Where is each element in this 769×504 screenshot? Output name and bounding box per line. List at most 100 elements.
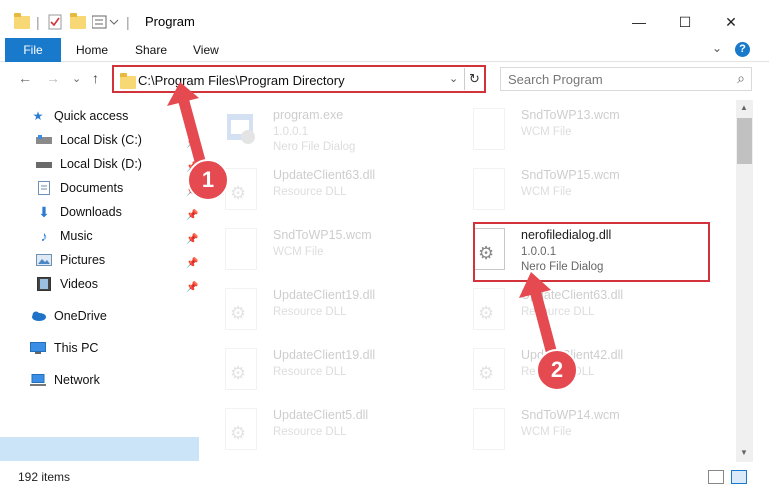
item-count: 192 items	[18, 470, 71, 484]
file-name: UpdateClient19.dll	[273, 348, 376, 362]
dll-file-icon: ⚙	[225, 348, 257, 390]
sidebar-item-label: This PC	[54, 341, 99, 355]
status-bar: 192 items	[0, 462, 769, 504]
list-item[interactable]: SndToWP13.wcm WCM File	[453, 104, 693, 158]
search-placeholder: Search Program	[508, 72, 603, 87]
file-icon	[473, 408, 505, 450]
music-icon: ♪	[40, 228, 48, 244]
address-path[interactable]: C:\Program Files\Program Directory	[138, 73, 345, 88]
scroll-thumb[interactable]	[737, 118, 752, 164]
back-button[interactable]: ←	[18, 70, 32, 86]
refresh-button[interactable]: ↻	[464, 68, 484, 90]
pin-icon[interactable]: 📌	[186, 210, 198, 221]
file-icon	[473, 108, 505, 150]
sidebar-item-label: OneDrive	[54, 309, 107, 323]
file-type: Resource DLL	[273, 426, 347, 438]
large-icons-view-icon[interactable]	[731, 470, 747, 484]
file-name: SndToWP15.wcm	[521, 168, 620, 182]
window-title: Program	[145, 14, 195, 29]
folder-icon	[14, 12, 30, 32]
sidebar-item-label: Pictures	[60, 253, 106, 267]
list-item[interactable]: program.exe 1.0.0.1 Nero File Dialog	[205, 104, 445, 158]
pin-icon[interactable]: 📌	[186, 138, 198, 149]
title-bar: | | Program — ☐ ✕	[0, 0, 769, 38]
list-item[interactable]: ⚙ UpdateClient5.dll Resource DLL	[205, 404, 445, 458]
dll-file-icon: ⚙	[225, 408, 257, 450]
list-item[interactable]: ⚙ UpdateClient63.dll Resource DLL	[205, 164, 445, 218]
pin-icon[interactable]: 📌	[186, 282, 198, 293]
dll-file-icon: ⚙	[225, 288, 257, 330]
file-name: UpdateClient19.dll	[273, 288, 376, 302]
sidebar-item-quick-access[interactable]: ★ Quick access	[30, 105, 129, 127]
file-name: UpdateClient63.dll	[273, 168, 376, 182]
sidebar-item-onedrive[interactable]: OneDrive	[30, 305, 107, 327]
file-type: Resource DLL	[273, 306, 347, 318]
sidebar-item-music[interactable]: ♪ Music	[36, 225, 93, 247]
sidebar-item-label: Documents	[60, 181, 124, 195]
sidebar-item-videos[interactable]: Videos	[36, 273, 98, 295]
file-list: program.exe 1.0.0.1 Nero File Dialog ⚙ U…	[205, 100, 736, 462]
sidebar-item-label: Local Disk (D:)	[60, 157, 142, 171]
new-folder-icon[interactable]	[70, 12, 86, 32]
file-name: UpdateClient42.dll	[521, 348, 624, 362]
address-field[interactable]: C:\Program Files\Program Directory ⌄ ↻	[112, 65, 486, 93]
minimize-button[interactable]: —	[616, 8, 662, 36]
tab-share[interactable]: Share	[135, 43, 167, 57]
list-item[interactable]: ⚙ UpdateClient63.dll Resource DLL	[453, 284, 693, 338]
list-item[interactable]: ⚙ UpdateClient19.dll Resource DLL	[205, 284, 445, 338]
search-input[interactable]: Search Program ⌕	[500, 67, 752, 91]
scroll-down-icon[interactable]: ▼	[740, 448, 748, 457]
pin-icon[interactable]: 📌	[186, 234, 198, 245]
dll-file-icon: ⚙	[473, 288, 505, 330]
sidebar-item-label: Downloads	[60, 205, 122, 219]
sidebar-item-documents[interactable]: Documents	[36, 177, 123, 199]
file-type: Resource DLL	[273, 186, 347, 198]
help-icon[interactable]: ?	[735, 42, 750, 57]
step-2-label: 2	[550, 357, 564, 382]
file-name: SndToWP13.wcm	[521, 108, 620, 122]
tab-home[interactable]: Home	[76, 43, 108, 57]
pin-icon[interactable]: 📌	[186, 258, 198, 269]
address-bar-row: ← → ⌄ ↑ C:\Program Files\Program Directo…	[0, 62, 769, 96]
details-view-icon[interactable]	[708, 470, 724, 484]
list-item[interactable]: SndToWP14.wcm WCM File	[453, 404, 693, 458]
file-name: UpdateClient5.dll	[273, 408, 369, 422]
chevron-down-icon[interactable]: ⌄	[712, 41, 722, 55]
list-item[interactable]: SndToWP15.wcm WCM File	[205, 224, 445, 278]
file-type: WCM File	[521, 126, 572, 138]
sidebar-item-downloads[interactable]: ⬇ Downloads	[36, 201, 122, 223]
properties-icon[interactable]	[48, 12, 62, 32]
sidebar-item-network[interactable]: Network	[30, 369, 100, 391]
pin-icon[interactable]: 📌	[186, 186, 198, 197]
up-button[interactable]: ↑	[92, 70, 99, 86]
separator: |	[126, 14, 130, 30]
scrollbar[interactable]: ▲ ▼	[736, 100, 753, 462]
file-type: WCM File	[521, 186, 572, 198]
close-button[interactable]: ✕	[708, 8, 754, 36]
sidebar-item-local-disk-c[interactable]: Local Disk (C:)	[36, 129, 142, 151]
navigation-pane: ★ Quick access Local Disk (C:) Local Disk…	[0, 100, 205, 462]
sidebar-item-pictures[interactable]: Pictures	[36, 249, 105, 271]
tab-view[interactable]: View	[193, 43, 219, 57]
customize-icon[interactable]	[92, 12, 120, 32]
scroll-up-icon[interactable]: ▲	[740, 103, 748, 112]
sidebar-item-this-pc[interactable]: This PC	[30, 337, 98, 359]
tab-file[interactable]: File	[5, 38, 61, 62]
file-type: WCM File	[521, 426, 572, 438]
chevron-down-icon[interactable]: ⌄	[449, 72, 458, 85]
forward-button[interactable]: →	[46, 70, 60, 86]
file-name: UpdateClient63.dll	[521, 288, 624, 302]
cloud-icon	[30, 309, 46, 323]
list-item[interactable]: ⚙ UpdateClient42.dll Resource DLL	[453, 344, 693, 398]
list-item[interactable]: SndToWP15.wcm WCM File	[453, 164, 693, 218]
file-type: Resource DLL	[521, 306, 595, 318]
sidebar-item-local-disk-d[interactable]: Local Disk (D:)	[36, 153, 142, 175]
recent-locations-button[interactable]: ⌄	[72, 72, 81, 85]
folder-icon	[120, 73, 136, 89]
separator: |	[36, 14, 40, 30]
selected-row-highlight	[0, 437, 199, 461]
list-item[interactable]: ⚙ UpdateClient19.dll Resource DLL	[205, 344, 445, 398]
maximize-button[interactable]: ☐	[662, 8, 708, 36]
pin-icon[interactable]: 📌	[186, 162, 198, 173]
file-icon	[225, 228, 257, 270]
